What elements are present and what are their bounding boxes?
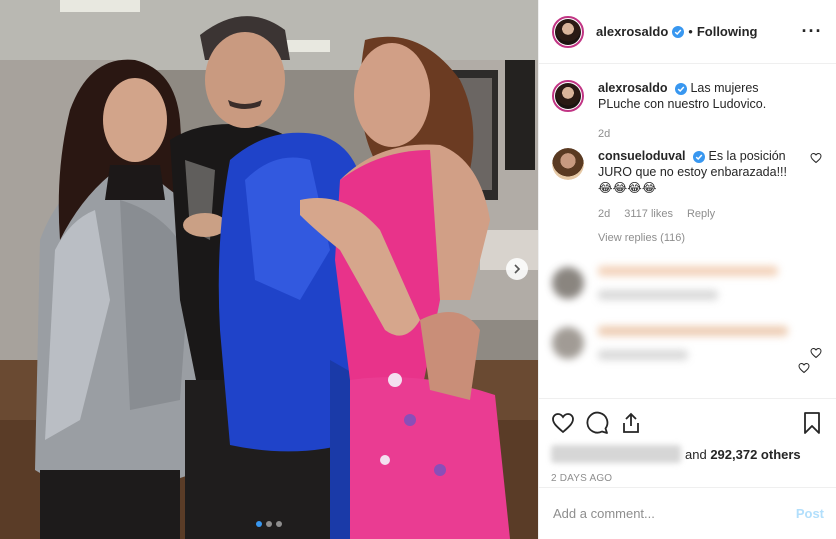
- bookmark-icon[interactable]: [800, 411, 824, 435]
- chevron-right-icon: [514, 264, 521, 274]
- caption-username[interactable]: alexrosaldo: [598, 81, 667, 95]
- comment-item: consueloduval Es la posición JURO que no…: [552, 148, 822, 246]
- caption: alexrosaldo Las mujeres PLuche con nuest…: [552, 80, 822, 142]
- comment-username[interactable]: consueloduval: [598, 149, 686, 163]
- caption-body: alexrosaldo Las mujeres PLuche con nuest…: [598, 80, 822, 142]
- post-header: alexrosaldo • Following ···: [539, 0, 836, 64]
- verified-badge-icon: [674, 82, 687, 95]
- comment-input[interactable]: [553, 506, 796, 521]
- blurred-liker-names: [551, 445, 681, 463]
- blurred-comment: [552, 326, 822, 360]
- post-side-panel: alexrosaldo • Following ··· alexrosaldo …: [538, 0, 836, 539]
- share-icon[interactable]: [619, 411, 643, 435]
- photo-illustration: [0, 0, 538, 539]
- comment-heart-icon[interactable]: [810, 152, 822, 164]
- action-icons: [551, 407, 824, 439]
- heart-icon[interactable]: [551, 411, 575, 435]
- post-timestamp[interactable]: 2 DAYS AGO: [551, 473, 824, 484]
- author-avatar[interactable]: [552, 15, 584, 48]
- carousel-dot: [276, 521, 282, 527]
- verified-badge-icon: [693, 150, 706, 163]
- follow-status-button[interactable]: Following: [697, 24, 758, 39]
- reply-button[interactable]: Reply: [687, 206, 715, 222]
- caption-age[interactable]: 2d: [598, 126, 610, 142]
- carousel-next-button[interactable]: [506, 258, 528, 280]
- separator-dot: •: [688, 24, 693, 39]
- caption-avatar[interactable]: [552, 80, 584, 112]
- author-line: alexrosaldo • Following: [596, 24, 800, 39]
- comments-list[interactable]: alexrosaldo Las mujeres PLuche con nuest…: [539, 64, 836, 398]
- likes-count[interactable]: 292,372 others: [710, 447, 800, 462]
- comment-bubble-icon[interactable]: [585, 411, 609, 435]
- comment-meta: 2d 3117 likes Reply: [598, 206, 796, 222]
- comment-likes[interactable]: 3117 likes: [624, 206, 673, 222]
- carousel-indicator: [0, 521, 538, 527]
- likes-and: and: [685, 446, 707, 462]
- verified-badge-icon: [672, 25, 685, 38]
- comment-age[interactable]: 2d: [598, 206, 610, 222]
- view-replies-button[interactable]: View replies (116): [598, 230, 796, 246]
- comment-body: consueloduval Es la posición JURO que no…: [598, 148, 822, 246]
- carousel-dot: [266, 521, 272, 527]
- comment-heart-icon[interactable]: [798, 362, 810, 374]
- comment-heart-icon[interactable]: [810, 347, 822, 359]
- commenter-avatar[interactable]: [552, 148, 584, 180]
- post-actions: and 292,372 others 2 DAYS AGO: [539, 398, 836, 484]
- carousel-dot: [256, 521, 262, 527]
- caption-meta: 2d: [598, 126, 796, 142]
- likes-summary: and 292,372 others: [551, 445, 824, 463]
- blurred-comment: [552, 266, 822, 300]
- comment-composer: Post: [539, 487, 836, 539]
- post-photo[interactable]: [0, 0, 538, 539]
- author-username[interactable]: alexrosaldo: [596, 24, 668, 39]
- more-options-icon[interactable]: ···: [800, 21, 824, 42]
- post-comment-button[interactable]: Post: [796, 506, 824, 521]
